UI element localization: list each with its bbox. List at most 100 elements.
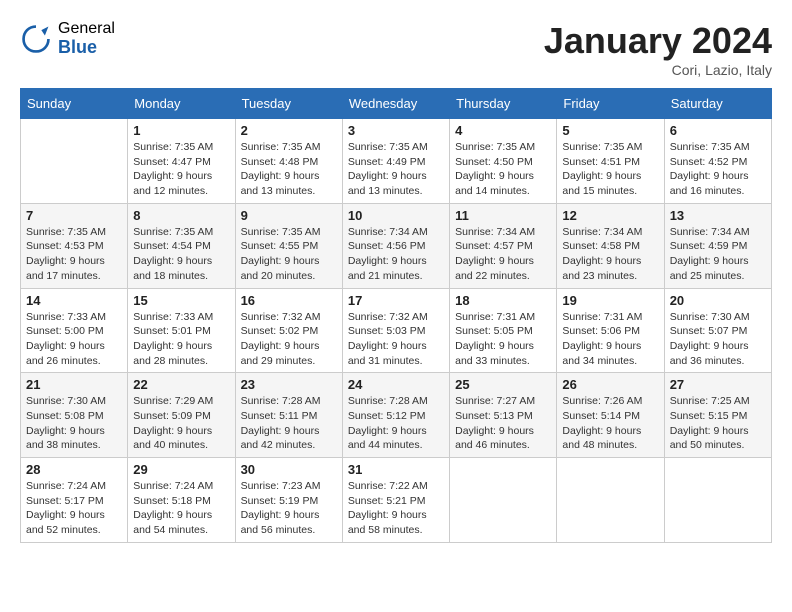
day-cell: 18Sunrise: 7:31 AMSunset: 5:05 PMDayligh…: [450, 288, 557, 373]
day-cell: 20 Sunrise: 7:30 AMSunset: 5:07 PMDayligh…: [664, 288, 771, 373]
logo: General Blue: [20, 20, 115, 57]
month-title: January 2024: [544, 20, 772, 62]
day-info: Sunrise: 7:33 AMSunset: 5:01 PMDaylight:…: [133, 310, 229, 369]
day-info: Sunrise: 7:23 AMSunset: 5:19 PMDaylight:…: [241, 479, 337, 538]
day-number: 31: [348, 462, 444, 477]
header-tuesday: Tuesday: [235, 89, 342, 119]
week-row-0: 1 Sunrise: 7:35 AMSunset: 4:47 PMDaylight…: [21, 119, 772, 204]
header-sunday: Sunday: [21, 89, 128, 119]
day-number: 15: [133, 293, 229, 308]
day-info: Sunrise: 7:34 AMSunset: 4:58 PMDaylight:…: [562, 225, 658, 284]
day-number: 29: [133, 462, 229, 477]
calendar-body: 1 Sunrise: 7:35 AMSunset: 4:47 PMDaylight…: [21, 119, 772, 543]
day-info: Sunrise: 7:34 AMSunset: 4:56 PMDaylight:…: [348, 225, 444, 284]
day-info: Sunrise: 7:35 AMSunset: 4:50 PMDaylight:…: [455, 140, 551, 199]
day-number: 8: [133, 208, 229, 223]
logo-general: General: [58, 20, 115, 38]
day-number: 23: [241, 377, 337, 392]
header-friday: Friday: [557, 89, 664, 119]
day-info: Sunrise: 7:35 AMSunset: 4:53 PMDaylight:…: [26, 225, 122, 284]
day-info: Sunrise: 7:28 AMSunset: 5:11 PMDaylight:…: [241, 394, 337, 453]
day-cell: [664, 458, 771, 543]
day-info: Sunrise: 7:31 AMSunset: 5:06 PMDaylight:…: [562, 310, 658, 369]
day-info: Sunrise: 7:34 AMSunset: 4:59 PMDaylight:…: [670, 225, 766, 284]
logo-blue: Blue: [58, 38, 115, 58]
day-number: 4: [455, 123, 551, 138]
day-cell: 7 Sunrise: 7:35 AMSunset: 4:53 PMDaylight…: [21, 203, 128, 288]
day-number: 13: [670, 208, 766, 223]
day-cell: 27 Sunrise: 7:25 AMSunset: 5:15 PMDayligh…: [664, 373, 771, 458]
week-row-1: 7 Sunrise: 7:35 AMSunset: 4:53 PMDaylight…: [21, 203, 772, 288]
day-info: Sunrise: 7:35 AMSunset: 4:48 PMDaylight:…: [241, 140, 337, 199]
day-number: 6: [670, 123, 766, 138]
day-cell: 19 Sunrise: 7:31 AMSunset: 5:06 PMDayligh…: [557, 288, 664, 373]
day-cell: 31 Sunrise: 7:22 AMSunset: 5:21 PMDayligh…: [342, 458, 449, 543]
day-number: 14: [26, 293, 122, 308]
header-wednesday: Wednesday: [342, 89, 449, 119]
page-header: General Blue January 2024 Cori, Lazio, I…: [20, 20, 772, 78]
day-number: 2: [241, 123, 337, 138]
day-cell: 15 Sunrise: 7:33 AMSunset: 5:01 PMDayligh…: [128, 288, 235, 373]
day-cell: 13 Sunrise: 7:34 AMSunset: 4:59 PMDayligh…: [664, 203, 771, 288]
day-number: 7: [26, 208, 122, 223]
day-number: 19: [562, 293, 658, 308]
calendar-table: SundayMondayTuesdayWednesdayThursdayFrid…: [20, 88, 772, 543]
day-info: Sunrise: 7:35 AMSunset: 4:49 PMDaylight:…: [348, 140, 444, 199]
day-number: 28: [26, 462, 122, 477]
week-row-4: 28 Sunrise: 7:24 AMSunset: 5:17 PMDayligh…: [21, 458, 772, 543]
day-info: Sunrise: 7:35 AMSunset: 4:51 PMDaylight:…: [562, 140, 658, 199]
day-number: 17: [348, 293, 444, 308]
day-number: 5: [562, 123, 658, 138]
day-number: 20: [670, 293, 766, 308]
week-row-2: 14 Sunrise: 7:33 AMSunset: 5:00 PMDayligh…: [21, 288, 772, 373]
week-row-3: 21Sunrise: 7:30 AMSunset: 5:08 PMDayligh…: [21, 373, 772, 458]
day-info: Sunrise: 7:32 AMSunset: 5:02 PMDaylight:…: [241, 310, 337, 369]
day-cell: 9 Sunrise: 7:35 AMSunset: 4:55 PMDaylight…: [235, 203, 342, 288]
day-number: 27: [670, 377, 766, 392]
day-number: 16: [241, 293, 337, 308]
logo-icon: [20, 23, 52, 55]
day-cell: 24 Sunrise: 7:28 AMSunset: 5:12 PMDayligh…: [342, 373, 449, 458]
day-cell: 29Sunrise: 7:24 AMSunset: 5:18 PMDayligh…: [128, 458, 235, 543]
day-info: Sunrise: 7:24 AMSunset: 5:17 PMDaylight:…: [26, 479, 122, 538]
day-cell: 6 Sunrise: 7:35 AMSunset: 4:52 PMDaylight…: [664, 119, 771, 204]
day-number: 26: [562, 377, 658, 392]
day-info: Sunrise: 7:22 AMSunset: 5:21 PMDaylight:…: [348, 479, 444, 538]
day-number: 3: [348, 123, 444, 138]
header-saturday: Saturday: [664, 89, 771, 119]
day-cell: 25Sunrise: 7:27 AMSunset: 5:13 PMDayligh…: [450, 373, 557, 458]
day-number: 30: [241, 462, 337, 477]
day-cell: 16 Sunrise: 7:32 AMSunset: 5:02 PMDayligh…: [235, 288, 342, 373]
day-info: Sunrise: 7:35 AMSunset: 4:55 PMDaylight:…: [241, 225, 337, 284]
day-info: Sunrise: 7:28 AMSunset: 5:12 PMDaylight:…: [348, 394, 444, 453]
day-info: Sunrise: 7:35 AMSunset: 4:47 PMDaylight:…: [133, 140, 229, 199]
day-number: 18: [455, 293, 551, 308]
day-info: Sunrise: 7:29 AMSunset: 5:09 PMDaylight:…: [133, 394, 229, 453]
day-cell: 10 Sunrise: 7:34 AMSunset: 4:56 PMDayligh…: [342, 203, 449, 288]
day-cell: 8 Sunrise: 7:35 AMSunset: 4:54 PMDaylight…: [128, 203, 235, 288]
day-cell: 21Sunrise: 7:30 AMSunset: 5:08 PMDayligh…: [21, 373, 128, 458]
day-number: 10: [348, 208, 444, 223]
day-info: Sunrise: 7:33 AMSunset: 5:00 PMDaylight:…: [26, 310, 122, 369]
day-info: Sunrise: 7:34 AMSunset: 4:57 PMDaylight:…: [455, 225, 551, 284]
day-info: Sunrise: 7:35 AMSunset: 4:54 PMDaylight:…: [133, 225, 229, 284]
day-info: Sunrise: 7:30 AMSunset: 5:07 PMDaylight:…: [670, 310, 766, 369]
day-cell: [557, 458, 664, 543]
logo-text: General Blue: [58, 20, 115, 57]
header-row: SundayMondayTuesdayWednesdayThursdayFrid…: [21, 89, 772, 119]
day-info: Sunrise: 7:25 AMSunset: 5:15 PMDaylight:…: [670, 394, 766, 453]
header-thursday: Thursday: [450, 89, 557, 119]
day-cell: 11 Sunrise: 7:34 AMSunset: 4:57 PMDayligh…: [450, 203, 557, 288]
day-number: 1: [133, 123, 229, 138]
day-cell: [21, 119, 128, 204]
day-number: 21: [26, 377, 122, 392]
day-cell: 1 Sunrise: 7:35 AMSunset: 4:47 PMDaylight…: [128, 119, 235, 204]
day-number: 25: [455, 377, 551, 392]
day-number: 24: [348, 377, 444, 392]
day-info: Sunrise: 7:35 AMSunset: 4:52 PMDaylight:…: [670, 140, 766, 199]
day-cell: 28 Sunrise: 7:24 AMSunset: 5:17 PMDayligh…: [21, 458, 128, 543]
day-cell: 23 Sunrise: 7:28 AMSunset: 5:11 PMDayligh…: [235, 373, 342, 458]
day-number: 11: [455, 208, 551, 223]
day-number: 9: [241, 208, 337, 223]
location: Cori, Lazio, Italy: [544, 62, 772, 78]
